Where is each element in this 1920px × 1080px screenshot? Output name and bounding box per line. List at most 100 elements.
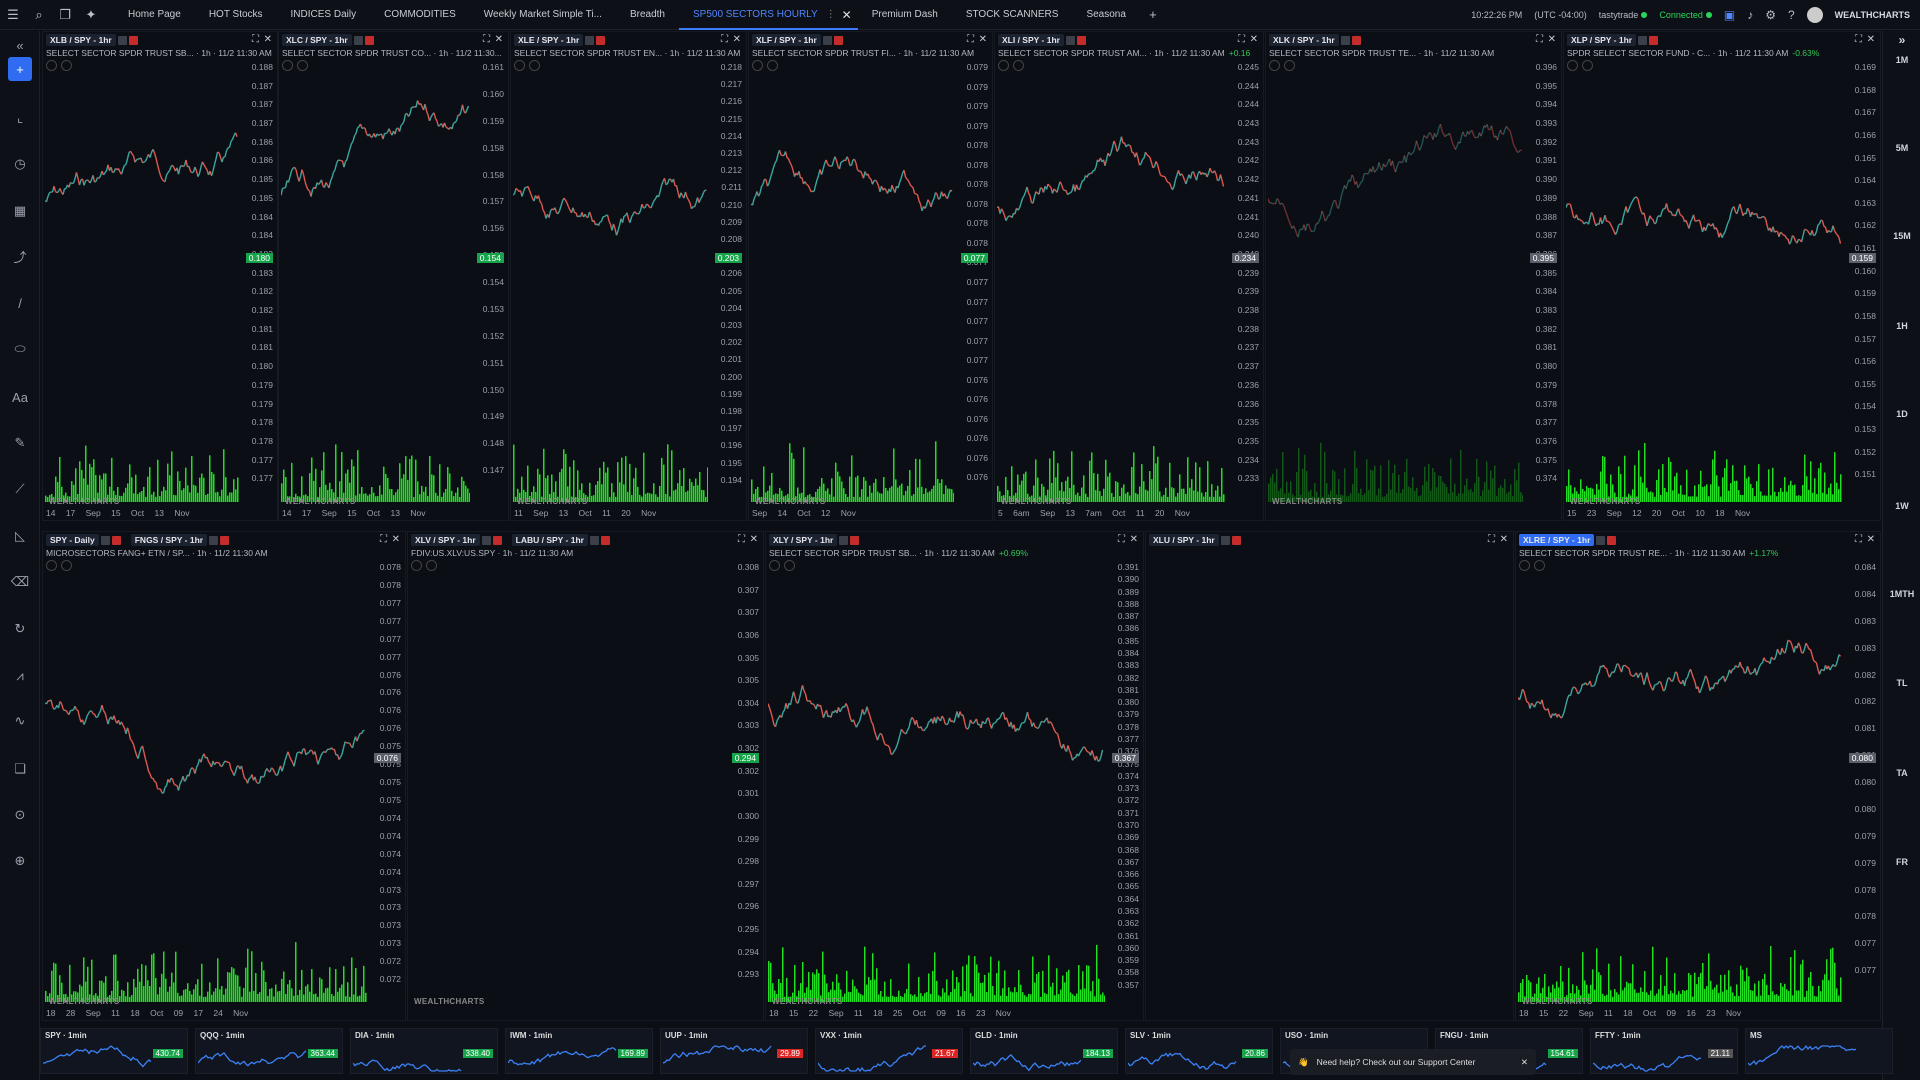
price-axis[interactable]: 0.396 0.395 0.394 0.393 0.392 0.391 0.390 0.389… — [1523, 62, 1561, 502]
alert-icon[interactable] — [833, 35, 843, 45]
interval-1mth[interactable]: 1MTH — [1883, 589, 1920, 599]
symbol-label[interactable]: XLI / SPY - 1hr — [998, 34, 1064, 46]
help-icon[interactable]: ? — [1788, 8, 1795, 22]
mini-chart[interactable]: SLV · 1min 20.86 — [1125, 1028, 1273, 1074]
close-panel-icon[interactable]: ✕ — [495, 34, 503, 45]
chart-panel[interactable]: XLF / SPY - 1hr ⛶ ✕ SELECT SECTOR SPDR TRUS… — [748, 31, 993, 521]
interval-1h[interactable]: 1H — [1883, 321, 1920, 331]
settings-icon[interactable] — [1638, 35, 1648, 45]
settings-icon[interactable] — [209, 535, 219, 545]
settings-icon[interactable] — [100, 535, 110, 545]
calendar-icon[interactable]: ▦ — [8, 199, 32, 223]
alert-icon[interactable] — [1351, 35, 1361, 45]
chart-panel[interactable]: XLY / SPY - 1hr ⛶ ✕ SELECT SECTOR SPDR TRUS… — [765, 531, 1144, 1021]
gear-icon[interactable]: ⚙ — [1765, 8, 1776, 22]
chart-panel[interactable]: XLU / SPY - 1hr ⛶ ✕ — [1145, 531, 1514, 1021]
symbol-label-2[interactable]: LABU / SPY - 1hr — [511, 534, 588, 546]
mini-chart[interactable]: DIA · 1min 338.40 — [350, 1028, 498, 1074]
price-plot[interactable] — [997, 72, 1225, 502]
price-axis[interactable]: 0.078 0.078 0.077 0.077 0.077 0.077 0.076 0.076… — [367, 562, 405, 1002]
alert-icon[interactable] — [111, 535, 121, 545]
interval-fr[interactable]: FR — [1883, 857, 1920, 867]
line-tool-icon[interactable]: / — [8, 291, 32, 315]
alert-icon[interactable] — [1076, 35, 1086, 45]
interval-5m[interactable]: 5M — [1883, 143, 1920, 153]
tab-2[interactable]: INDICES Daily — [277, 0, 371, 30]
plus-icon[interactable] — [1534, 560, 1545, 571]
angle-icon[interactable]: ◺ — [8, 524, 32, 548]
maximize-icon[interactable]: ⛶ — [1855, 34, 1862, 45]
alert-icon[interactable] — [364, 35, 374, 45]
ai-icon[interactable]: ✦ — [78, 0, 104, 30]
maximize-icon[interactable]: ⛶ — [967, 34, 974, 45]
alert-icon[interactable] — [596, 35, 606, 45]
tab-0[interactable]: Home Page — [114, 0, 195, 30]
maximize-icon[interactable]: ⛶ — [483, 34, 490, 45]
interval-1d[interactable]: 1D — [1883, 409, 1920, 419]
target-icon[interactable]: ⊙ — [8, 803, 32, 827]
trend-icon[interactable]: ⤴ — [8, 244, 32, 268]
tab-4[interactable]: Weekly Market Simple Ti... — [470, 0, 616, 30]
mini-chart[interactable]: QQQ · 1min 363.44 — [195, 1028, 343, 1074]
eye-icon[interactable] — [752, 60, 763, 71]
symbol-label[interactable]: XLU / SPY - 1hr — [1149, 534, 1219, 546]
maximize-icon[interactable]: ⛶ — [1118, 534, 1125, 545]
support-banner[interactable]: 👋 Need help? Check out our Support Cente… — [1290, 1049, 1536, 1075]
menu-icon[interactable]: ☰ — [0, 0, 26, 30]
maximize-icon[interactable]: ⛶ — [1238, 34, 1245, 45]
settings-icon[interactable] — [1596, 535, 1606, 545]
eye-icon[interactable] — [998, 60, 1009, 71]
symbol-label[interactable]: SPY - Daily — [46, 534, 99, 546]
time-axis[interactable]: Sep 14 Oct 12 Nov — [752, 508, 856, 518]
mini-chart[interactable]: IWM · 1min 169.89 — [505, 1028, 653, 1074]
mini-chart[interactable]: FFTY · 1min 21.11 — [1590, 1028, 1738, 1074]
price-axis[interactable]: 0.0840.0840.0830.0830.0820.0820.0810.081… — [1842, 562, 1880, 1002]
alert-icon[interactable] — [1231, 535, 1241, 545]
pencil-icon[interactable]: ✎ — [8, 431, 32, 455]
search-icon[interactable]: ⌕ — [26, 0, 52, 30]
price-plot[interactable] — [45, 72, 239, 502]
close-support-icon[interactable]: ✕ — [1521, 1057, 1536, 1068]
tab-6[interactable]: SP500 SECTORS HOURLY ⋮ ✕ — [679, 0, 858, 30]
price-plot[interactable] — [513, 72, 708, 502]
add-tab-icon[interactable]: + — [1140, 0, 1166, 30]
symbol-label-2[interactable]: FNGS / SPY - 1hr — [130, 534, 208, 546]
maximize-icon[interactable]: ⛶ — [380, 534, 387, 545]
close-panel-icon[interactable]: ✕ — [979, 34, 987, 45]
maximize-icon[interactable]: ⛶ — [1536, 34, 1543, 45]
shape-tool-icon[interactable]: ⬭ — [8, 337, 32, 361]
alert-icon[interactable] — [220, 535, 230, 545]
close-panel-icon[interactable]: ✕ — [1250, 34, 1258, 45]
plus-icon[interactable] — [61, 560, 72, 571]
close-panel-icon[interactable]: ✕ — [1500, 534, 1508, 545]
symbol-label[interactable]: XLRE / SPY - 1hr — [1519, 534, 1595, 546]
tab-5[interactable]: Breadth — [616, 0, 679, 30]
price-axis[interactable]: 0.169 0.168 0.167 0.166 0.165 0.164 0.163 0.162… — [1842, 62, 1880, 502]
chart-panel[interactable]: XLE / SPY - 1hr ⛶ ✕ SELECT SECTOR SPDR TRUS… — [510, 31, 747, 521]
eye-icon[interactable] — [282, 60, 293, 71]
close-panel-icon[interactable]: ✕ — [392, 534, 400, 545]
refresh-icon[interactable]: ↻ — [8, 617, 32, 641]
maximize-icon[interactable]: ⛶ — [252, 34, 259, 45]
settings-icon[interactable] — [839, 535, 849, 545]
clock-icon[interactable]: ◷ — [8, 152, 32, 176]
expand-icon[interactable]: » — [1883, 33, 1920, 47]
price-plot[interactable] — [1566, 72, 1842, 502]
time-axis[interactable]: 18 15 22 Sep 11 18 25 Oct 09 16 23 Nov — [769, 1008, 1011, 1018]
close-panel-icon[interactable]: ✕ — [1548, 34, 1556, 45]
maximize-icon[interactable]: ⛶ — [738, 534, 745, 545]
close-panel-icon[interactable]: ✕ — [750, 534, 758, 545]
settings-icon[interactable] — [1220, 535, 1230, 545]
maximize-icon[interactable]: ⛶ — [1855, 534, 1862, 545]
settings-icon[interactable] — [481, 535, 491, 545]
price-axis[interactable]: 0.1610.1600.1590.1580.1580.1570.1560.155… — [470, 62, 508, 502]
chart-panel[interactable]: XLRE / SPY - 1hr ⛶ ✕ SELECT SECTOR SPDR TRU… — [1515, 531, 1881, 1021]
symbol-label[interactable]: XLK / SPY - 1hr — [1269, 34, 1339, 46]
chart-panel[interactable]: SPY - Daily FNGS / SPY - 1hr ⛶ ✕ MICROSECTOR… — [42, 531, 406, 1021]
interval-15m[interactable]: 15M — [1883, 231, 1920, 241]
windows-icon[interactable]: ❏ — [8, 757, 32, 781]
layouts-icon[interactable]: ❐ — [52, 0, 78, 30]
symbol-label[interactable]: XLB / SPY - 1hr — [46, 34, 116, 46]
globe-icon[interactable]: ⊕ — [8, 849, 32, 873]
price-axis[interactable]: 0.188 0.187 0.187 0.187 0.186 0.186 0.185 0.185… — [239, 62, 277, 502]
